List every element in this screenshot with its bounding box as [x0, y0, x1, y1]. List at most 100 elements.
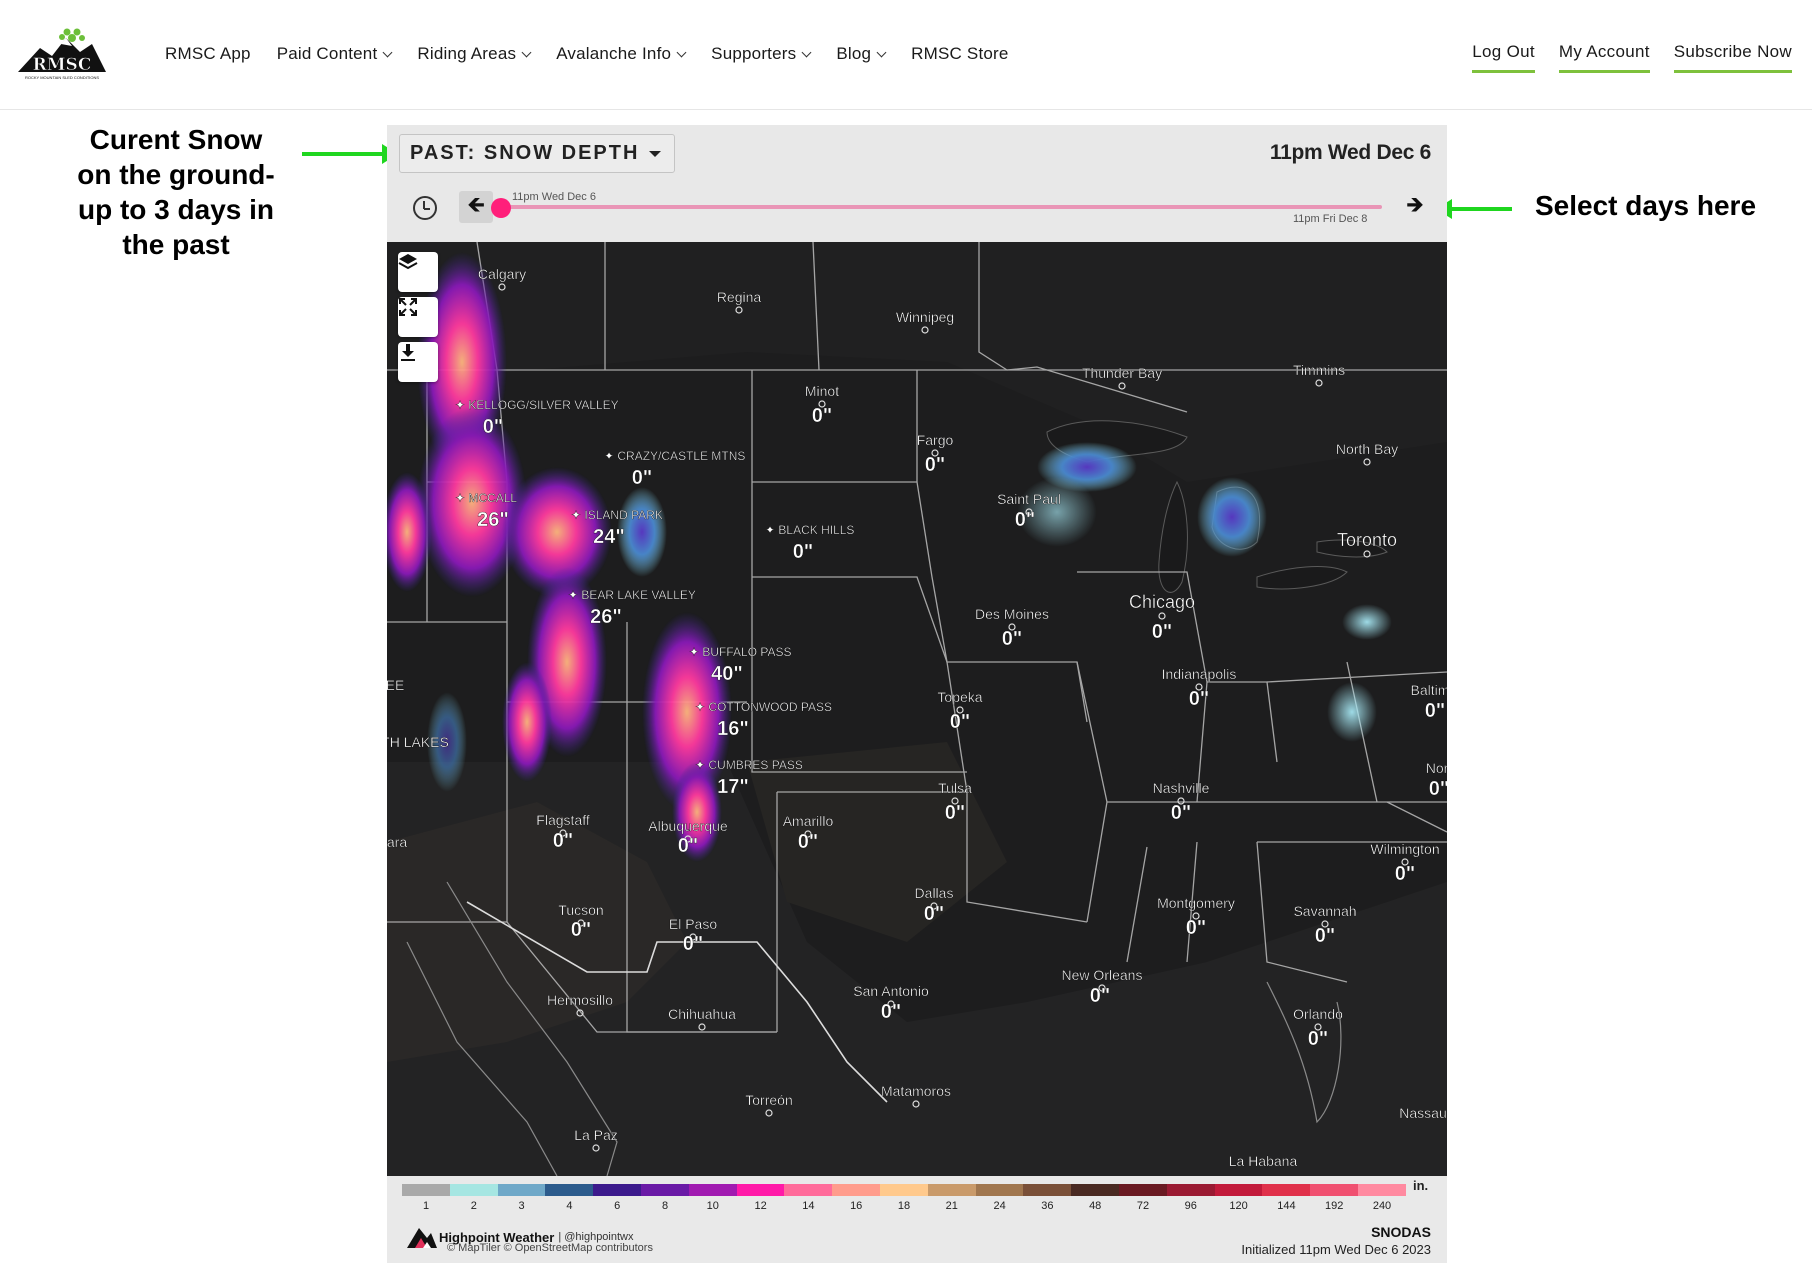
- legend-swatch: [449, 1184, 498, 1196]
- city-label: Savannah: [1293, 903, 1356, 919]
- snow-depth-value: 0": [1425, 700, 1446, 722]
- city-label: Minot: [805, 383, 839, 399]
- nav-label: Riding Areas: [417, 44, 517, 63]
- fullscreen-button[interactable]: [398, 297, 438, 337]
- legend-stop-label: 48: [1089, 1200, 1102, 1212]
- snow-depth-value: 17": [717, 776, 749, 798]
- legend-stop-label: 18: [897, 1200, 911, 1212]
- account-links: Log Out My Account Subscribe Now: [1472, 42, 1792, 73]
- chevron-down-icon: [801, 47, 812, 58]
- city-label: Thunder Bay: [1082, 365, 1162, 381]
- snow-depth-value: 0": [1015, 509, 1036, 531]
- snow-depth-value: 0": [1308, 1028, 1329, 1050]
- legend-swatch: [545, 1184, 594, 1196]
- annotation-arrow-left: [1436, 199, 1512, 219]
- nav-supporters[interactable]: Supporters: [711, 44, 812, 64]
- annotation-current-snow: Curent Snow on the ground- up to 3 days …: [77, 124, 275, 260]
- snow-depth-value: 0": [881, 1001, 902, 1023]
- slider-end-label: 11pm Fri Dec 8: [1293, 213, 1368, 225]
- arrow-right-icon: 🡺: [1406, 192, 1424, 217]
- legend-swatch: [402, 1184, 450, 1196]
- snow-depth-value: 0": [1429, 778, 1447, 800]
- nav-avalanche-info[interactable]: Avalanche Info: [556, 44, 687, 64]
- legend-swatch: [879, 1184, 928, 1196]
- layer-dropdown[interactable]: PAST: SNOW DEPTH: [399, 134, 675, 173]
- city-label: Matamoros: [881, 1083, 951, 1099]
- legend-swatch: [784, 1184, 833, 1196]
- initialized-time: Initialized 11pm Wed Dec 6 2023: [1241, 1242, 1431, 1257]
- caret-down-icon: [649, 150, 662, 157]
- riding-area-label: ✦ CUMBRES PASS: [695, 758, 803, 772]
- city-label: Chicago: [1129, 592, 1195, 612]
- city-label: Nashville: [1153, 780, 1210, 796]
- slider-start-label: 11pm Wed Dec 6: [512, 191, 596, 203]
- nav-label: Avalanche Info: [556, 44, 672, 63]
- legend-swatch: [927, 1184, 976, 1196]
- riding-area-label: ✦ COTTONWOOD PASS: [695, 700, 832, 714]
- city-label: Regina: [717, 289, 762, 305]
- my-account-link[interactable]: My Account: [1558, 42, 1650, 73]
- time-slider-track[interactable]: [500, 205, 1382, 209]
- clock-icon[interactable]: [413, 196, 437, 220]
- download-button[interactable]: [398, 342, 438, 382]
- legend-swatch: [1071, 1184, 1119, 1196]
- legend-stop-label: 144: [1277, 1200, 1296, 1212]
- step-back-button[interactable]: 🡸: [459, 191, 493, 223]
- nav-label: Supporters: [711, 44, 797, 63]
- riding-area-label: ✦ BUFFALO PASS: [689, 645, 792, 659]
- snow-depth-value: 40": [711, 663, 743, 685]
- legend-stop-label: 10: [706, 1200, 719, 1212]
- nav-blog[interactable]: Blog: [836, 44, 887, 64]
- legend-swatch: [736, 1184, 785, 1196]
- legend-swatch: [1118, 1184, 1167, 1196]
- snow-depth-value: 0": [950, 711, 971, 733]
- legend-swatch: [1023, 1184, 1072, 1196]
- snow-depth-value: 0": [1315, 925, 1336, 947]
- legend-swatch: [1262, 1184, 1311, 1196]
- logout-link[interactable]: Log Out: [1472, 42, 1535, 73]
- city-label: Chihuahua: [668, 1006, 736, 1022]
- time-slider-thumb[interactable]: [491, 198, 511, 218]
- city-label: El Paso: [669, 916, 717, 932]
- snow-depth-value: 16": [717, 718, 749, 740]
- city-label: Fargo: [917, 432, 954, 448]
- nav-rmsc-store[interactable]: RMSC Store: [911, 44, 1008, 64]
- legend-color-bar: [402, 1184, 1406, 1196]
- snow-depth-value: 0": [571, 919, 592, 941]
- nav-paid-content[interactable]: Paid Content: [277, 44, 393, 64]
- city-label: Saint Paul: [997, 491, 1061, 507]
- rmsc-logo[interactable]: RMSC ROCKY MOUNTAIN SLED CONDITIONS: [14, 26, 110, 82]
- riding-area-label: ✦ BLACK HILLS: [765, 523, 854, 537]
- step-forward-button[interactable]: 🡺: [1400, 191, 1430, 223]
- nav-rmsc-app[interactable]: RMSC App: [165, 44, 251, 64]
- snow-depth-value: 0": [632, 467, 653, 489]
- snow-depth-value: 0": [1189, 688, 1210, 710]
- city-label: Orlando: [1293, 1006, 1343, 1022]
- map-canvas: Calgary Regina Winnipeg Thunder Bay Timmins N…: [387, 242, 1447, 1176]
- legend-swatch: [497, 1184, 546, 1196]
- layers-button[interactable]: [398, 252, 438, 292]
- city-label: Montgomery: [1157, 895, 1235, 911]
- legend-swatch: [1214, 1184, 1263, 1196]
- legend-swatch: [593, 1184, 641, 1196]
- subscribe-link[interactable]: Subscribe Now: [1673, 42, 1792, 73]
- chevron-down-icon: [382, 47, 393, 58]
- current-time: 11pm Wed Dec 6: [1269, 141, 1431, 164]
- highpoint-logo-icon: [407, 1228, 437, 1248]
- city-label: Des Moines: [975, 606, 1049, 622]
- nav-riding-areas[interactable]: Riding Areas: [417, 44, 532, 64]
- map-attribution[interactable]: © MapTiler © OpenStreetMap contributors: [447, 1242, 653, 1254]
- annotation-arrow-right: [302, 144, 398, 164]
- city-label: Baltim: [1411, 682, 1447, 698]
- legend-swatch: [1310, 1184, 1358, 1196]
- snow-depth-value: 0": [1171, 802, 1192, 824]
- site-header: RMSC ROCKY MOUNTAIN SLED CONDITIONS RMSC…: [0, 0, 1812, 110]
- snow-depth-value: 0": [793, 541, 814, 563]
- legend-stop-label: 36: [1041, 1200, 1054, 1212]
- city-label: Tucson: [558, 902, 603, 918]
- chevron-down-icon: [521, 47, 532, 58]
- model-name: SNODAS: [1371, 1224, 1431, 1240]
- nav-label: Blog: [836, 44, 872, 63]
- snow-depth-map[interactable]: Calgary Regina Winnipeg Thunder Bay Timmins N…: [387, 242, 1447, 1176]
- city-label: Nor: [1426, 760, 1447, 776]
